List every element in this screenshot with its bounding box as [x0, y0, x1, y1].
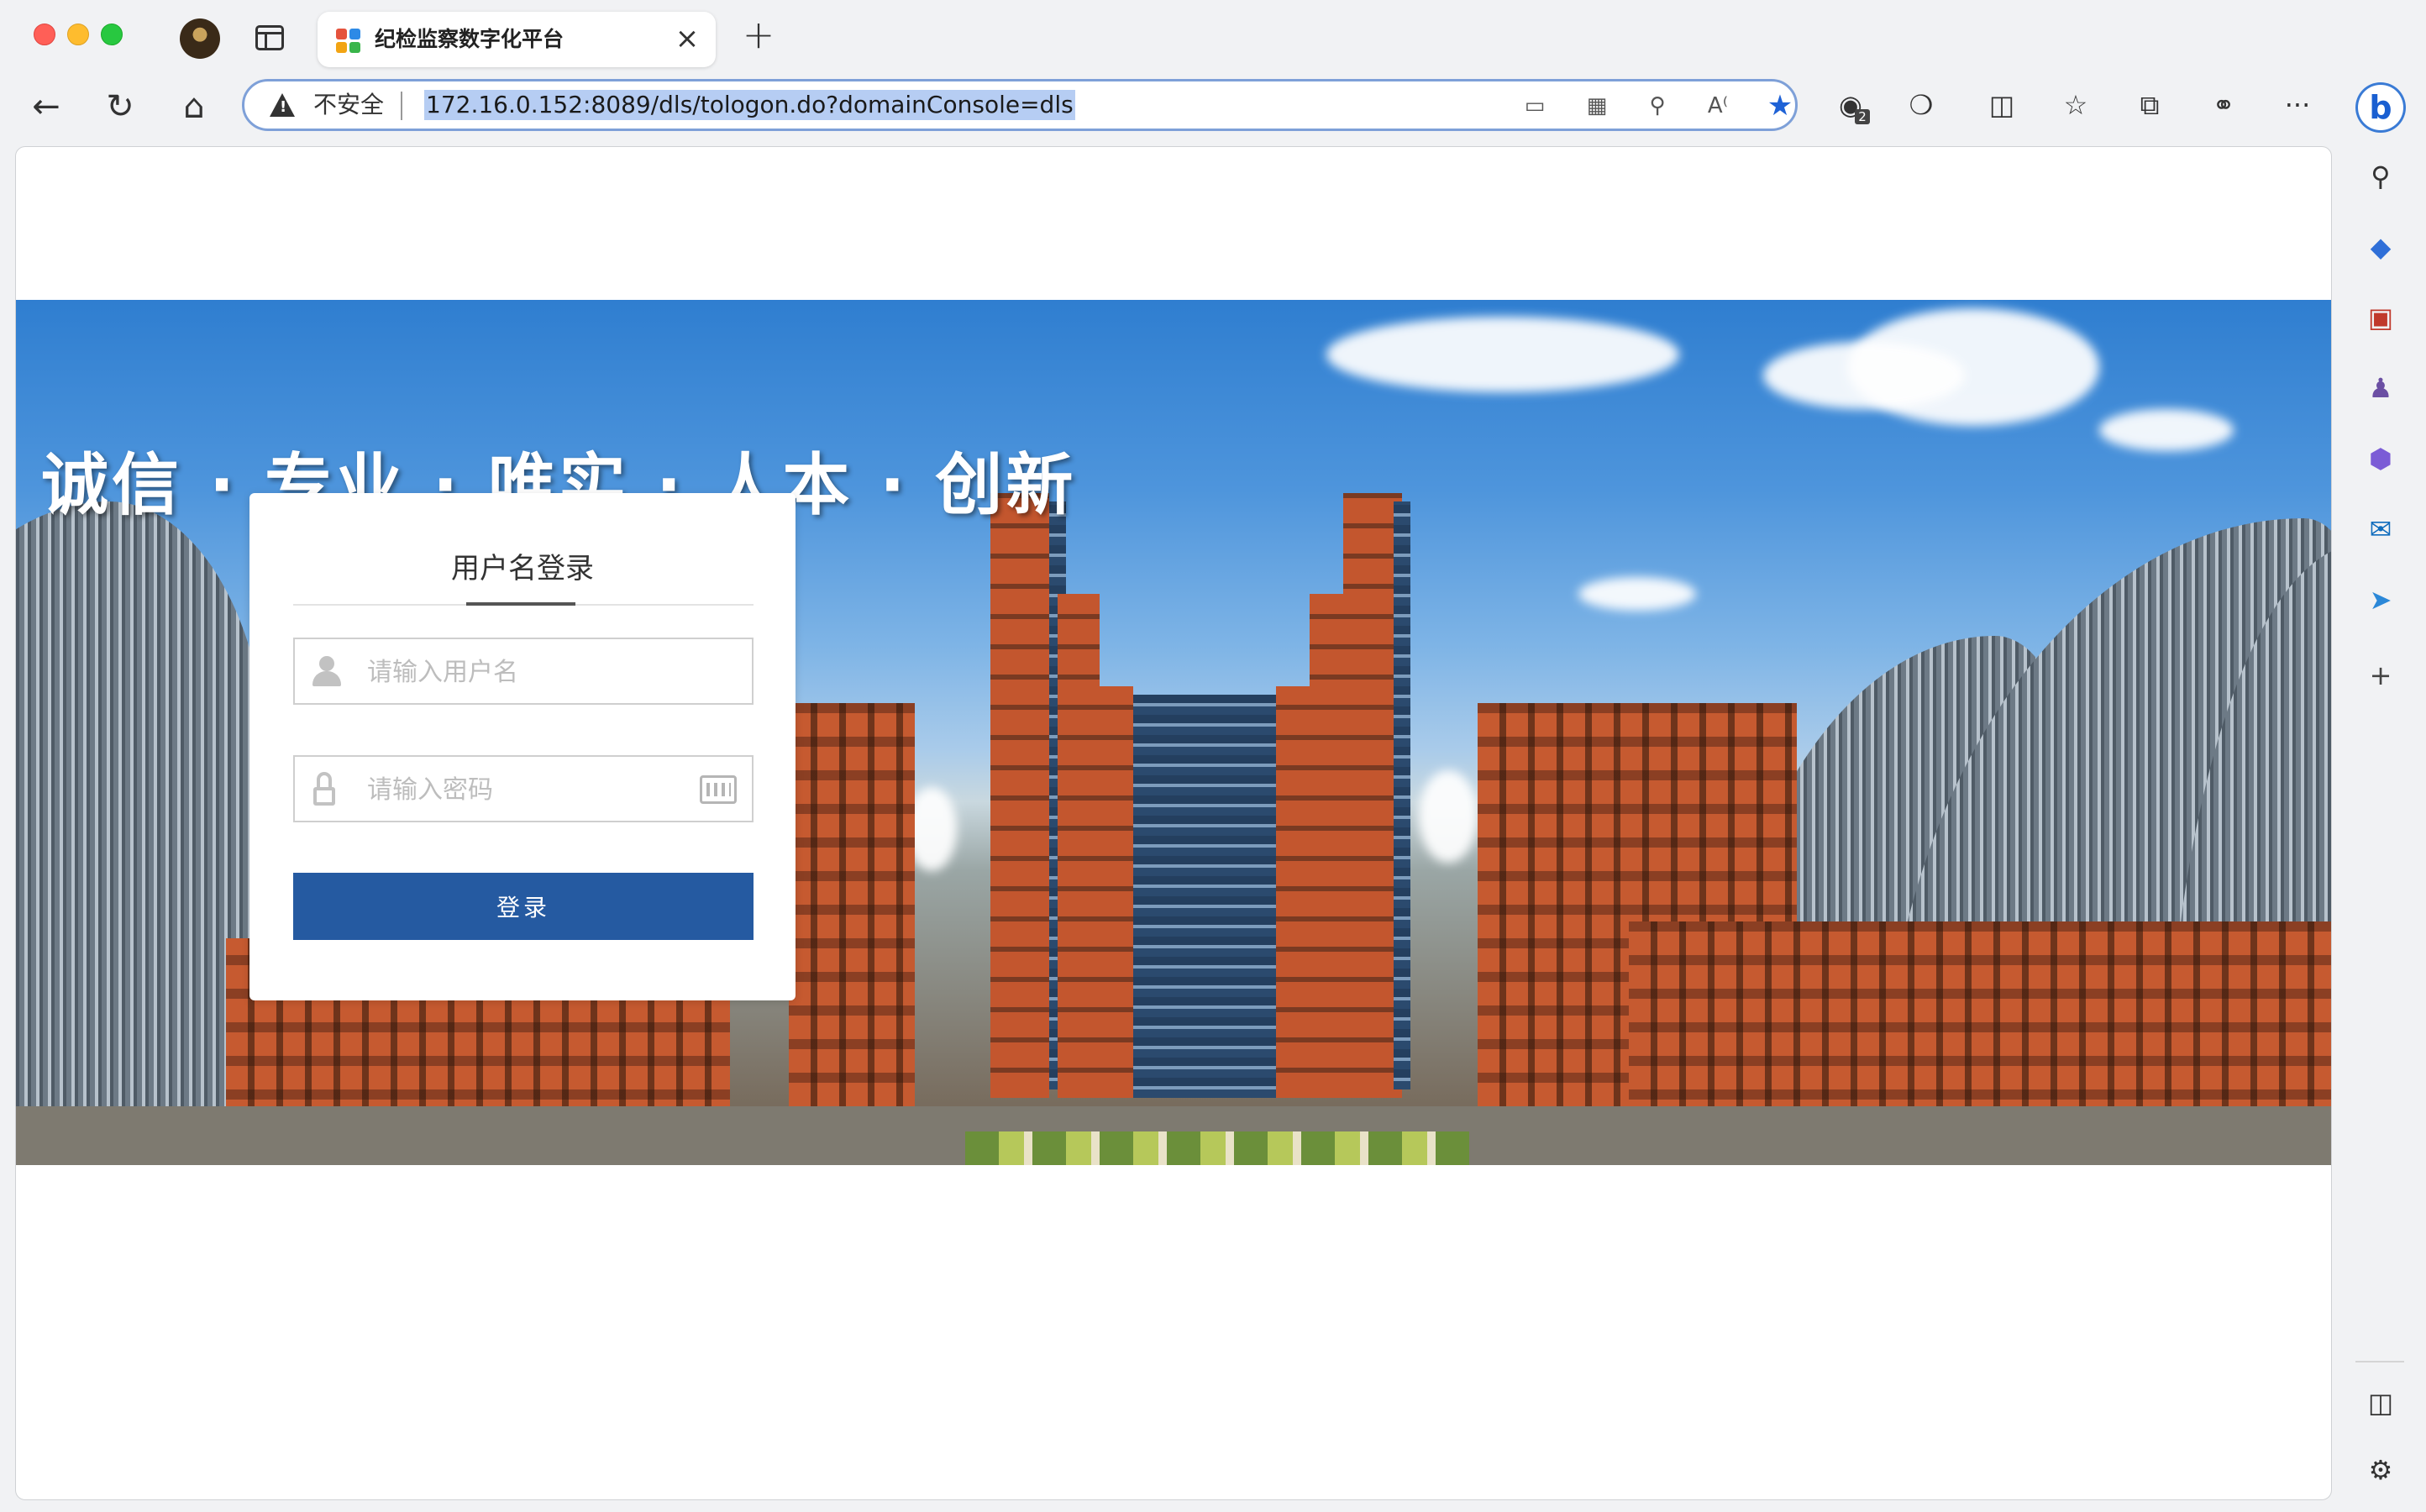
security-status[interactable]: 不安全	[313, 90, 384, 120]
app-available-icon[interactable]: ▭	[1520, 92, 1550, 120]
password-key-icon[interactable]: ⚲	[1642, 92, 1672, 120]
bing-copilot-icon[interactable]: b	[2355, 82, 2406, 133]
address-separator	[401, 92, 402, 120]
home-button[interactable]: ⌂	[173, 86, 215, 128]
sidebar-shopping-tag-icon[interactable]: ◆	[2355, 222, 2406, 272]
url-text[interactable]: 172.16.0.152:8089/dls/tologon.do?domainC…	[424, 90, 1075, 120]
split-screen-icon[interactable]: ◫	[1981, 84, 2023, 126]
close-window-button[interactable]	[34, 24, 55, 45]
read-aloud-icon[interactable]: A⁽	[1703, 92, 1733, 120]
password-field[interactable]	[293, 755, 754, 822]
sidebar-tools-briefcase-icon[interactable]: ▣	[2355, 292, 2406, 343]
login-panel: 用户名登录 登录	[249, 493, 796, 1000]
more-menu-icon[interactable]: ···	[2276, 84, 2318, 126]
virtual-keyboard-icon[interactable]	[700, 775, 737, 804]
sidebar-search-icon[interactable]: ⚲	[2355, 151, 2406, 202]
profile-sync-icon[interactable]: ⚭	[2203, 84, 2245, 126]
page-viewport: 诚信 · 专业 · 唯实 · 人本 · 创新 用户名登录 登录	[15, 146, 2332, 1500]
grid-apps-icon[interactable]: ▦	[1582, 92, 1612, 120]
site-favicon-icon	[336, 29, 361, 54]
favorites-list-icon[interactable]: ☆	[2055, 84, 2097, 126]
back-button[interactable]: ←	[25, 86, 67, 128]
password-input[interactable]	[365, 757, 688, 822]
address-bar[interactable]: 不安全 172.16.0.152:8089/dls/tologon.do?dom…	[242, 79, 1798, 131]
login-button[interactable]: 登录	[293, 873, 754, 940]
active-tab-underline	[466, 602, 575, 606]
user-icon	[312, 656, 342, 686]
maximize-window-button[interactable]	[101, 24, 123, 45]
sidebar-add-icon[interactable]: +	[2355, 650, 2406, 701]
minimize-window-button[interactable]	[67, 24, 89, 45]
warning-icon[interactable]	[270, 93, 295, 117]
extension-badge: 2	[1855, 109, 1870, 124]
sidebar-outlook-icon[interactable]: ✉	[2355, 504, 2406, 554]
collections-icon[interactable]: ⧉	[2129, 84, 2171, 126]
sidebar-divider	[2355, 1361, 2404, 1362]
tab-title: 纪检监察数字化平台	[375, 27, 564, 51]
username-field[interactable]	[293, 638, 754, 705]
tab-actions-icon[interactable]	[255, 25, 284, 50]
sidebar-toggle-icon[interactable]: ◫	[2355, 1378, 2406, 1428]
sidebar-office-icon[interactable]: ⬢	[2355, 433, 2406, 484]
reload-button[interactable]: ↻	[99, 86, 141, 128]
extension-translate-icon[interactable]: ◉ 2	[1830, 84, 1872, 126]
login-title[interactable]: 用户名登录	[249, 550, 796, 587]
sidebar-games-icon[interactable]: ♟	[2355, 363, 2406, 413]
settings-gear-icon[interactable]: ⚙	[2355, 1445, 2406, 1495]
favorite-star-icon[interactable]: ★	[1765, 92, 1795, 120]
sidebar-send-icon[interactable]: ➤	[2355, 575, 2406, 625]
extensions-puzzle-icon[interactable]: ❍	[1900, 84, 1942, 126]
profile-avatar[interactable]	[180, 18, 220, 59]
username-input[interactable]	[365, 639, 688, 705]
lock-icon	[312, 772, 337, 806]
tab-close-icon[interactable]: ×	[672, 24, 702, 54]
browser-tab-active[interactable]: 纪检监察数字化平台 ×	[318, 12, 716, 67]
new-tab-button[interactable]: +	[739, 15, 778, 54]
